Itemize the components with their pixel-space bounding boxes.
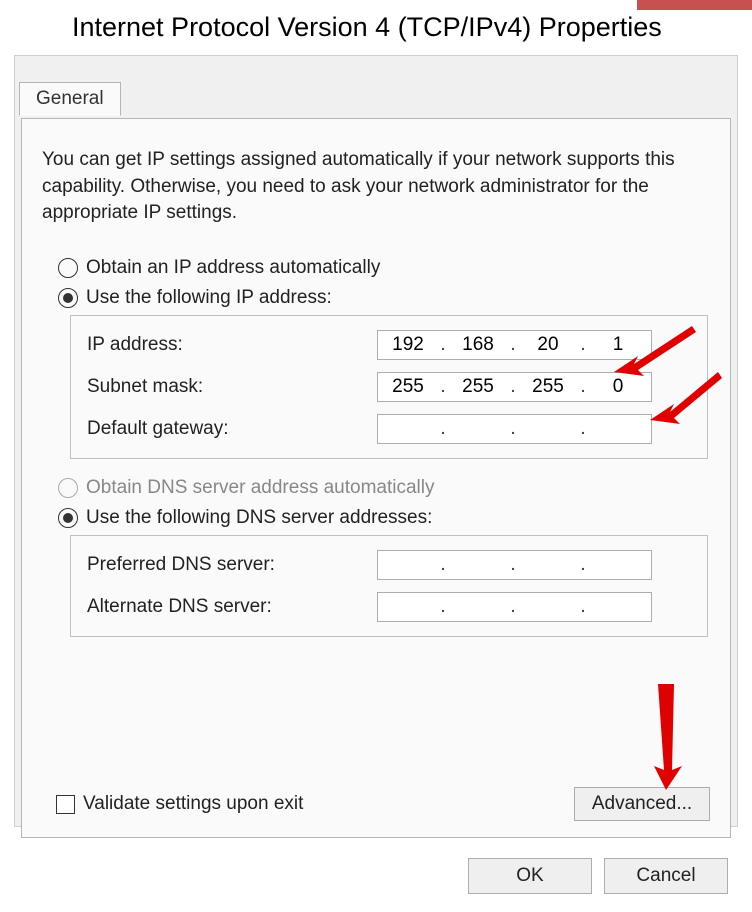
pdns-octet-1[interactable] (378, 554, 438, 576)
dot-icon: . (508, 376, 518, 401)
dot-icon: . (508, 554, 518, 579)
mask-octet-2[interactable] (448, 376, 508, 398)
general-panel: You can get IP settings assigned automat… (21, 118, 731, 838)
tab-strip: General (15, 55, 737, 89)
description-text: You can get IP settings assigned automat… (42, 147, 710, 227)
pdns-octet-4[interactable] (588, 554, 648, 576)
preferred-dns-row: Preferred DNS server: . . . (87, 550, 691, 580)
alternate-dns-input[interactable]: . . . (377, 592, 652, 622)
pdns-octet-3[interactable] (518, 554, 578, 576)
tab-general[interactable]: General (19, 82, 121, 116)
close-button-edge[interactable] (637, 0, 752, 10)
ip-address-row: IP address: . . . (87, 330, 691, 360)
dot-icon: . (578, 554, 588, 579)
default-gateway-input[interactable]: . . . (377, 414, 652, 444)
ip-address-input[interactable]: . . . (377, 330, 652, 360)
subnet-mask-input[interactable]: . . . (377, 372, 652, 402)
content-area: General You can get IP settings assigned… (14, 55, 738, 827)
gw-octet-3[interactable] (518, 418, 578, 440)
radio-label: Obtain an IP address automatically (86, 257, 380, 279)
ip-address-label: IP address: (87, 334, 377, 356)
adns-octet-3[interactable] (518, 596, 578, 618)
ipv4-properties-window: Internet Protocol Version 4 (TCP/IPv4) P… (0, 0, 752, 912)
mask-octet-1[interactable] (378, 376, 438, 398)
mask-octet-3[interactable] (518, 376, 578, 398)
dot-icon: . (578, 596, 588, 621)
dot-icon: . (508, 418, 518, 443)
radio-icon (58, 258, 78, 278)
dot-icon: . (438, 334, 448, 359)
dns-group: Preferred DNS server: . . . Alternate DN… (70, 535, 708, 637)
adns-octet-1[interactable] (378, 596, 438, 618)
adns-octet-4[interactable] (588, 596, 648, 618)
footer-buttons: OK Cancel (468, 858, 728, 894)
gw-octet-4[interactable] (588, 418, 648, 440)
alternate-dns-row: Alternate DNS server: . . . (87, 592, 691, 622)
dot-icon: . (438, 596, 448, 621)
radio-icon (58, 478, 78, 498)
cancel-button[interactable]: Cancel (604, 858, 728, 894)
gw-octet-2[interactable] (448, 418, 508, 440)
gw-octet-1[interactable] (378, 418, 438, 440)
ip-octet-1[interactable] (378, 334, 438, 356)
dot-icon: . (508, 596, 518, 621)
validate-checkbox-row[interactable]: Validate settings upon exit (56, 793, 303, 815)
ip-octet-2[interactable] (448, 334, 508, 356)
mask-octet-4[interactable] (588, 376, 648, 398)
dot-icon: . (578, 334, 588, 359)
pdns-octet-2[interactable] (448, 554, 508, 576)
preferred-dns-input[interactable]: . . . (377, 550, 652, 580)
radio-row-dns-auto: Obtain DNS server address automatically (58, 477, 710, 499)
window-title: Internet Protocol Version 4 (TCP/IPv4) P… (72, 12, 662, 43)
ip-octet-3[interactable] (518, 334, 578, 356)
radio-row-dns-manual[interactable]: Use the following DNS server addresses: (58, 507, 710, 529)
subnet-mask-row: Subnet mask: . . . (87, 372, 691, 402)
ip-octet-4[interactable] (588, 334, 648, 356)
dot-icon: . (438, 554, 448, 579)
alternate-dns-label: Alternate DNS server: (87, 596, 377, 618)
validate-label: Validate settings upon exit (83, 793, 303, 815)
default-gateway-label: Default gateway: (87, 418, 377, 440)
dot-icon: . (578, 376, 588, 401)
dot-icon: . (438, 376, 448, 401)
dot-icon: . (508, 334, 518, 359)
radio-label: Use the following IP address: (86, 287, 332, 309)
ip-group: IP address: . . . Subnet mask: (70, 315, 708, 459)
adns-octet-2[interactable] (448, 596, 508, 618)
dot-icon: . (438, 418, 448, 443)
checkbox-icon (56, 795, 75, 814)
radio-row-ip-auto[interactable]: Obtain an IP address automatically (58, 257, 710, 279)
radio-label: Obtain DNS server address automatically (86, 477, 434, 499)
radio-icon (58, 288, 78, 308)
ok-button[interactable]: OK (468, 858, 592, 894)
advanced-button[interactable]: Advanced... (574, 787, 710, 821)
preferred-dns-label: Preferred DNS server: (87, 554, 377, 576)
radio-icon (58, 508, 78, 528)
radio-label: Use the following DNS server addresses: (86, 507, 432, 529)
dot-icon: . (578, 418, 588, 443)
subnet-mask-label: Subnet mask: (87, 376, 377, 398)
default-gateway-row: Default gateway: . . . (87, 414, 691, 444)
radio-row-ip-manual[interactable]: Use the following IP address: (58, 287, 710, 309)
